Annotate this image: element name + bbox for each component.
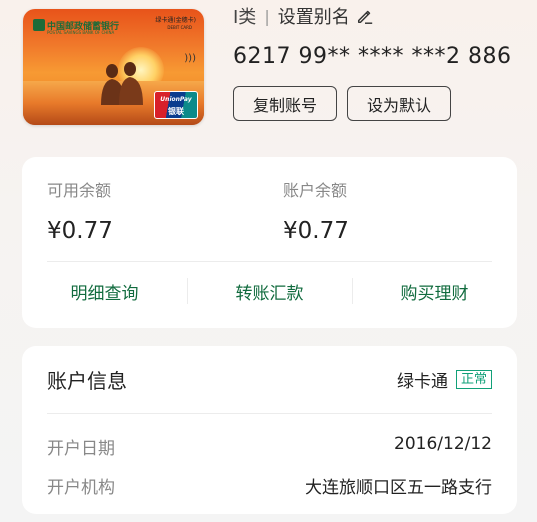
card-kind: 绿卡通 <box>396 371 448 392</box>
card-actions: 复制账号 设为默认 <box>233 86 511 121</box>
transfer-button[interactable]: 转账汇款 <box>187 274 352 308</box>
unionpay-logo: UnionPay 银联 <box>154 91 198 119</box>
card-number: 6217 99** **** ***2 886 <box>233 44 512 69</box>
account-info-title: 账户信息 <box>47 368 127 393</box>
bank-name-en: POSTAL SAVINGS BANK OF CHINA <box>47 30 115 35</box>
balance-actions: 明细查询 转账汇款 购买理财 <box>22 274 517 308</box>
transaction-details-button[interactable]: 明细查询 <box>22 274 187 308</box>
nfc-icon: ))) <box>184 53 196 64</box>
card-art-couple <box>101 62 143 105</box>
card-type-label: 绿卡通(金穗卡) <box>155 17 196 24</box>
account-balance-label: 账户余额 <box>283 181 348 200</box>
divider <box>47 413 492 414</box>
account-balance-value: ¥0.77 <box>283 218 349 244</box>
account-balance: 账户余额 ¥0.77 <box>283 177 349 244</box>
bank-logo: 中国邮政储蓄银行 POSTAL SAVINGS BANK OF CHINA <box>29 15 147 37</box>
postal-logo-icon <box>33 19 45 31</box>
debit-label: DEBIT CARD <box>167 25 192 30</box>
set-alias-link[interactable]: 设置别名 <box>278 3 350 29</box>
separator: | <box>264 6 270 26</box>
info-row-open-date: 开户日期 2016/12/12 <box>47 434 492 459</box>
open-date-label: 开户日期 <box>47 439 115 459</box>
balance-panel: 可用余额 ¥0.77 账户余额 ¥0.77 明细查询 转账汇款 购买理财 <box>22 157 517 328</box>
info-row-branch: 开户机构 大连旅顺口区五一路支行 <box>47 473 492 498</box>
card-header: 中国邮政储蓄银行 POSTAL SAVINGS BANK OF CHINA 绿卡… <box>0 0 537 150</box>
account-meta: I类 | 设置别名 6217 99** **** ***2 886 复制账号 设… <box>233 5 511 121</box>
open-date-value: 2016/12/12 <box>394 434 492 454</box>
branch-value: 大连旅顺口区五一路支行 <box>305 478 492 498</box>
bank-card-image[interactable]: 中国邮政储蓄银行 POSTAL SAVINGS BANK OF CHINA 绿卡… <box>23 9 204 125</box>
buy-wealth-button[interactable]: 购买理财 <box>352 274 517 308</box>
edit-icon[interactable] <box>356 7 374 25</box>
branch-label: 开户机构 <box>47 478 115 498</box>
available-balance: 可用余额 ¥0.77 <box>47 177 113 244</box>
account-info-header: 账户信息 绿卡通 正常 <box>47 364 492 394</box>
available-balance-value: ¥0.77 <box>47 218 113 244</box>
account-class: I类 <box>233 7 257 28</box>
status-badge: 正常 <box>455 369 492 389</box>
set-default-button[interactable]: 设为默认 <box>347 86 451 121</box>
available-balance-label: 可用余额 <box>47 181 112 200</box>
unionpay-cn: 银联 <box>168 107 184 116</box>
alias-row: I类 | 设置别名 <box>233 3 511 29</box>
copy-account-button[interactable]: 复制账号 <box>233 86 337 121</box>
divider <box>47 261 492 262</box>
account-info-panel: 账户信息 绿卡通 正常 开户日期 2016/12/12 开户机构 大连旅顺口区五… <box>22 346 517 514</box>
unionpay-en: UnionPay <box>160 96 192 103</box>
card-kind-group: 绿卡通 正常 <box>397 367 492 392</box>
